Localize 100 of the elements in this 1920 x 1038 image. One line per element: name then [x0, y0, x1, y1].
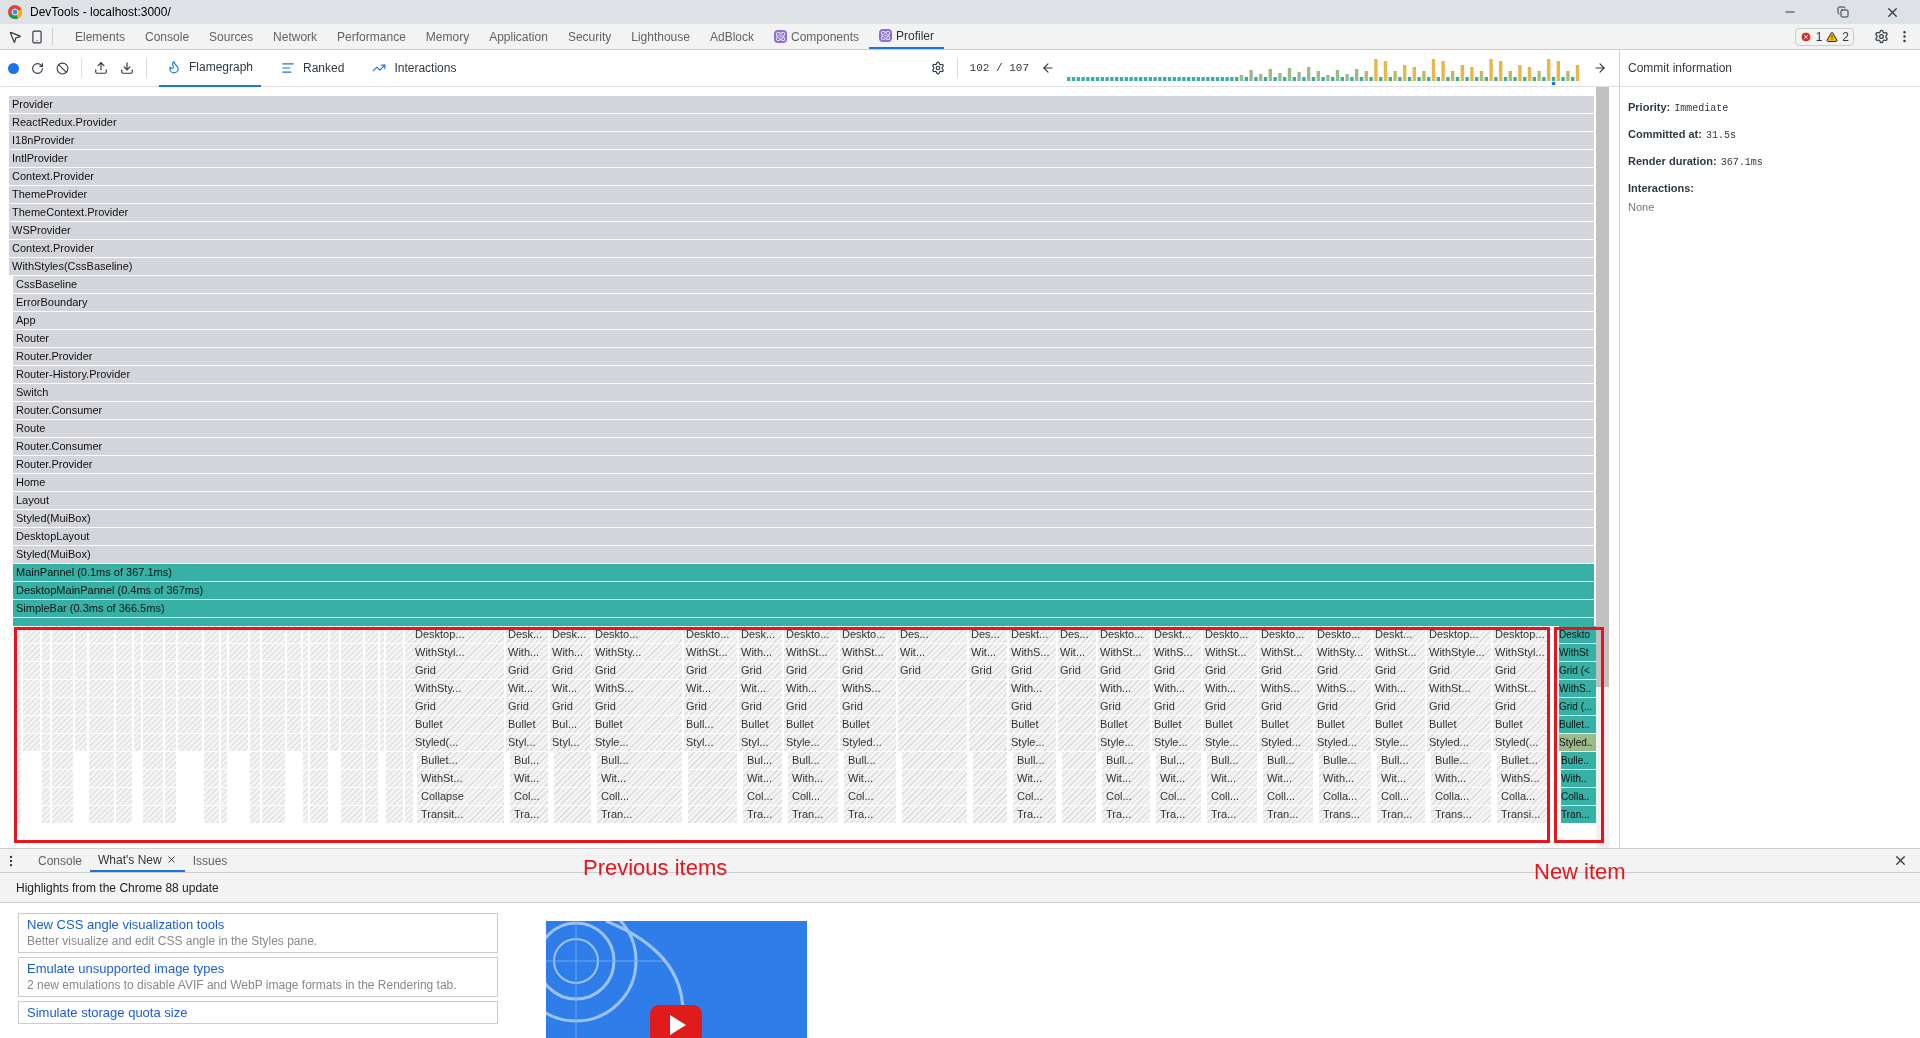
flamegraph-bar[interactable]: With...: [1009, 680, 1056, 697]
flamegraph-bar[interactable]: [902, 752, 967, 769]
flamegraph-bar[interactable]: Bull...: [844, 752, 896, 769]
flamegraph-bar[interactable]: Grid: [1373, 662, 1425, 679]
flamegraph-bar[interactable]: With..: [1561, 770, 1596, 787]
flamegraph-bar[interactable]: Tran...: [1377, 806, 1425, 823]
flamegraph-bar[interactable]: Style...: [1203, 734, 1257, 751]
flamegraph-bar[interactable]: Style...: [784, 734, 838, 751]
flamegraph-bar[interactable]: WithSt: [1559, 644, 1596, 661]
flamegraph-bar[interactable]: Wit...: [510, 770, 548, 787]
flamegraph-bar[interactable]: Wit...: [1013, 770, 1056, 787]
flamegraph-bar[interactable]: Grid: [1493, 662, 1547, 679]
devtools-tab[interactable]: Security: [557, 24, 622, 49]
flamegraph-bar[interactable]: Bullet: [1009, 716, 1056, 733]
flamegraph-bar[interactable]: [554, 770, 591, 787]
flamegraph-bar[interactable]: WithSty...: [593, 644, 682, 661]
flamegraph-bar[interactable]: Grid: [739, 698, 782, 715]
flamegraph-bar[interactable]: Bul...: [510, 752, 548, 769]
flamegraph-bar[interactable]: [973, 770, 1007, 787]
flamegraph-bar[interactable]: Context.Provider: [9, 240, 1594, 257]
flamegraph-bar[interactable]: [688, 788, 737, 805]
drawer-tab[interactable]: Console: [30, 849, 91, 872]
flamegraph-bar[interactable]: Bull...: [1207, 752, 1257, 769]
flamegraph-bar[interactable]: Styled(...: [413, 734, 504, 751]
flamegraph-bar[interactable]: Grid: [1098, 698, 1150, 715]
devtools-tab[interactable]: Elements: [65, 24, 136, 49]
flamegraph-bar[interactable]: [902, 770, 967, 787]
flamegraph-bar[interactable]: Grid: [684, 662, 737, 679]
devtools-tab[interactable]: Performance: [327, 24, 416, 49]
flamegraph-bar[interactable]: Tra...: [844, 806, 896, 823]
flamegraph-bar[interactable]: CssBaseline: [13, 276, 1594, 293]
download-icon[interactable]: [120, 61, 134, 75]
flamegraph-bar[interactable]: SimpleBar (0.3ms of 366.5ms): [13, 600, 1594, 617]
inspect-icon[interactable]: [8, 29, 22, 44]
flamegraph-bar[interactable]: [1062, 788, 1096, 805]
flamegraph-bar[interactable]: WithSt...: [1098, 644, 1150, 661]
flamegraph-bar[interactable]: Collapse: [417, 788, 504, 805]
flamegraph-bar[interactable]: Styl...: [739, 734, 782, 751]
flamegraph-bar[interactable]: Styled..: [1559, 734, 1596, 751]
flamegraph-bar[interactable]: Grid: [550, 662, 591, 679]
flamegraph-bar[interactable]: Bulle...: [1319, 752, 1371, 769]
scrollbar[interactable]: [1596, 87, 1609, 848]
flamegraph-bar[interactable]: Tran...: [597, 806, 682, 823]
flamegraph-bar[interactable]: Trans...: [1431, 806, 1491, 823]
flamegraph-bar[interactable]: Col...: [1013, 788, 1056, 805]
flamegraph-bar[interactable]: Bullet: [413, 716, 504, 733]
flamegraph-bar[interactable]: Wit...: [1058, 644, 1096, 661]
flamegraph-bar[interactable]: Wit...: [898, 644, 967, 661]
flamegraph-bar[interactable]: With...: [788, 770, 838, 787]
flamegraph-bar[interactable]: Styled...: [840, 734, 896, 751]
flamegraph-bar[interactable]: Grid: [1373, 698, 1425, 715]
flamegraph-bar[interactable]: WithStyl...: [1493, 644, 1547, 661]
flamegraph-bar[interactable]: Bull...: [1263, 752, 1313, 769]
flamegraph-bar[interactable]: Col...: [844, 788, 896, 805]
flamegraph-bar[interactable]: [969, 680, 1007, 697]
flamegraph-bar[interactable]: Grid: [1203, 662, 1257, 679]
flamegraph-bar[interactable]: Bullet: [1427, 716, 1491, 733]
flamegraph-bar[interactable]: With...: [784, 680, 838, 697]
settings-icon[interactable]: [930, 61, 945, 75]
flamegraph-bar[interactable]: Tra...: [1156, 806, 1201, 823]
flamegraph-bar[interactable]: Bullet: [739, 716, 782, 733]
flamegraph-bar[interactable]: With...: [1098, 680, 1150, 697]
flamegraph-bar[interactable]: [973, 752, 1007, 769]
flamegraph-bar[interactable]: Grid: [1427, 662, 1491, 679]
flamegraph-bar[interactable]: Grid: [1098, 662, 1150, 679]
flamegraph-bar[interactable]: WithSt...: [1259, 644, 1313, 661]
devtools-tab[interactable]: Profiler: [869, 24, 945, 49]
flamegraph-bar[interactable]: Bulle...: [1431, 752, 1491, 769]
flamegraph-bar[interactable]: Grid: [506, 698, 548, 715]
flamegraph-bar[interactable]: WithStyles(CssBaseline): [9, 258, 1594, 275]
flamegraph-bar[interactable]: Bull...: [1377, 752, 1425, 769]
flamegraph-bar[interactable]: Transit...: [417, 806, 504, 823]
view-tab[interactable]: Ranked: [273, 49, 353, 87]
flamegraph-bar[interactable]: Router.Consumer: [13, 438, 1594, 455]
flamegraph-bar[interactable]: Wit...: [969, 644, 1007, 661]
flamegraph-bar[interactable]: Bullet: [1098, 716, 1150, 733]
flamegraph-bar[interactable]: Layout: [13, 492, 1594, 509]
flamegraph-bar[interactable]: Wit...: [1377, 770, 1425, 787]
flamegraph-bar[interactable]: Styled(MuiBox): [13, 546, 1594, 563]
flamegraph-bar[interactable]: Bullet: [1315, 716, 1371, 733]
flamegraph-bar[interactable]: Colla...: [1431, 788, 1491, 805]
flamegraph-bar[interactable]: Colla...: [1497, 788, 1547, 805]
flamegraph-bar[interactable]: With...: [1203, 680, 1257, 697]
restore-icon[interactable]: [1837, 6, 1849, 18]
flamegraph-bar[interactable]: Styled(...: [1493, 734, 1547, 751]
flamegraph-bar[interactable]: Transi...: [1497, 806, 1547, 823]
flamegraph-bar[interactable]: Router.Provider: [13, 348, 1594, 365]
flamegraph-bar[interactable]: Grid: [1203, 698, 1257, 715]
flamegraph-bar[interactable]: Bul...: [743, 752, 782, 769]
flamegraph-bar[interactable]: Bullet: [1373, 716, 1425, 733]
flamegraph-bar[interactable]: [969, 698, 1007, 715]
flamegraph-bar[interactable]: Router.Consumer: [13, 402, 1594, 419]
flamegraph-bar[interactable]: WSProvider: [9, 222, 1594, 239]
flamegraph-bar[interactable]: Grid: [1009, 662, 1056, 679]
flamegraph-bar[interactable]: WithSt...: [684, 644, 737, 661]
flamegraph-bar[interactable]: Col...: [1102, 788, 1150, 805]
flamegraph-bar[interactable]: Trans...: [1319, 806, 1371, 823]
feature-link[interactable]: Simulate storage quota size: [27, 1004, 489, 1021]
flamegraph-bar[interactable]: Grid: [1315, 698, 1371, 715]
flamegraph-bar[interactable]: Bull...: [597, 752, 682, 769]
